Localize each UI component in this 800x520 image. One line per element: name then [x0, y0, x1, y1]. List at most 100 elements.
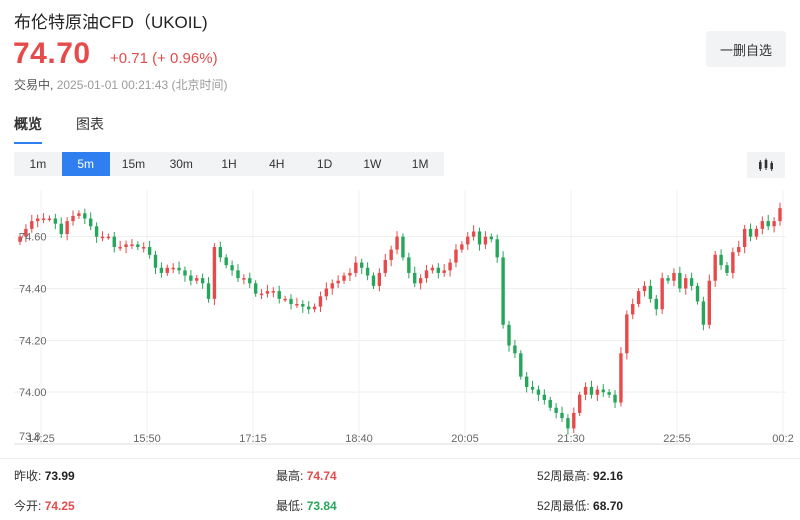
candle-body [619, 353, 623, 403]
stat-high: 最高: 74.74 [276, 469, 337, 483]
trading-status-label: 交易中, [14, 78, 54, 92]
stat-low: 最低: 73.84 [276, 499, 337, 513]
candle-body [94, 226, 99, 237]
x-tick-label: 14:25 [27, 433, 55, 445]
candle-body [236, 270, 240, 279]
range-1w[interactable]: 1W [348, 152, 396, 176]
range-5m[interactable]: 5m [61, 152, 110, 176]
candle-body [418, 278, 423, 284]
candle-body [218, 247, 223, 258]
candle-body [625, 314, 629, 354]
candle-body [477, 231, 482, 245]
candle-body [483, 236, 488, 245]
candle-body [153, 254, 158, 268]
stat-prev-close: 昨收: 73.99 [14, 469, 75, 483]
candle-body [748, 228, 753, 237]
candle-body [713, 254, 717, 281]
candle-body [672, 272, 676, 281]
candle-body [118, 247, 122, 249]
candle-body [171, 267, 175, 270]
last-price: 74.70 [13, 37, 91, 70]
candle-body [530, 386, 535, 390]
candlestick-icon [759, 158, 773, 171]
candle-body [230, 265, 234, 271]
candle-body [354, 262, 358, 273]
candle-body [124, 244, 128, 248]
y-tick-label: 74.00 [19, 387, 47, 399]
candle-body [754, 228, 759, 237]
candle-body [689, 278, 694, 286]
candle-body [548, 399, 552, 408]
candle-body [542, 394, 547, 400]
candle-body [589, 386, 594, 395]
remove-watchlist-button[interactable]: 一删自选 [706, 31, 786, 67]
y-tick-label: 74.60 [19, 232, 47, 244]
candle-body [306, 306, 311, 310]
range-1d[interactable]: 1D [301, 152, 349, 176]
candle-body [189, 275, 193, 281]
candle-body [413, 272, 417, 284]
candle-body [324, 288, 329, 297]
range-1h[interactable]: 1H [205, 152, 253, 176]
candle-body [583, 386, 588, 395]
candle-body [772, 221, 776, 227]
price-chart: 74.6074.4074.2074.0073.814:25 15:50 17:15 1… [14, 190, 794, 445]
candle-body [495, 239, 499, 258]
candle-body [312, 306, 317, 310]
candle-body [259, 293, 264, 296]
candle-body [636, 291, 641, 305]
candle-body [47, 218, 52, 221]
candle-body [360, 262, 364, 268]
candle-body [471, 231, 476, 237]
candle-body [678, 272, 682, 289]
candle-body [224, 257, 228, 266]
range-30m[interactable]: 30m [157, 152, 205, 176]
candle-body [701, 301, 706, 325]
candle-body [731, 252, 735, 273]
candle-body [577, 394, 582, 413]
candle-body [684, 278, 688, 289]
candle-body [265, 291, 270, 294]
candle-body [707, 280, 712, 325]
chart-type-button[interactable] [747, 152, 785, 178]
candle-body [271, 291, 276, 293]
candle-body [524, 376, 529, 387]
candle-body [695, 285, 700, 302]
candle-body [53, 218, 58, 224]
tab-chart[interactable]: 图表 [76, 114, 104, 144]
view-tabs: 概览 图表 [14, 114, 104, 144]
candle-body [159, 267, 164, 273]
trading-status: 交易中, 2025-01-01 00:21:43 (北京时间) [14, 76, 227, 93]
candle-body [177, 267, 181, 271]
candle-body [513, 345, 517, 354]
range-1mo[interactable]: 1M [396, 152, 444, 176]
candle-body [318, 296, 323, 307]
x-tick-label: 22:55 [663, 433, 691, 445]
candle-body [377, 272, 382, 286]
x-tick-label: 20:05 [451, 433, 479, 445]
candle-body [130, 244, 134, 246]
candle-body [466, 236, 470, 245]
candle-body [519, 353, 523, 377]
candle-body [742, 228, 747, 248]
range-1m[interactable]: 1m [14, 152, 62, 176]
candle-body [100, 236, 105, 239]
candle-body [165, 267, 169, 273]
tab-overview[interactable]: 概览 [14, 114, 42, 144]
candle-body [77, 213, 81, 216]
candle-body [424, 270, 429, 279]
candle-body [654, 298, 658, 310]
candle-body [147, 247, 152, 255]
price-change: +0.71 (+ 0.96%) [110, 50, 218, 67]
x-tick-label: 00:2 [772, 433, 793, 445]
candle-body [212, 247, 217, 299]
candle-body [595, 389, 600, 395]
range-15m[interactable]: 15m [110, 152, 158, 176]
candle-body [460, 244, 464, 250]
candle-body [448, 262, 452, 271]
range-4h[interactable]: 4H [253, 152, 301, 176]
candle-body [725, 265, 729, 273]
candle-body [253, 283, 258, 294]
x-tick-label: 21:30 [557, 433, 585, 445]
instrument-title: 布伦特原油CFD（UKOIL) [14, 13, 208, 32]
